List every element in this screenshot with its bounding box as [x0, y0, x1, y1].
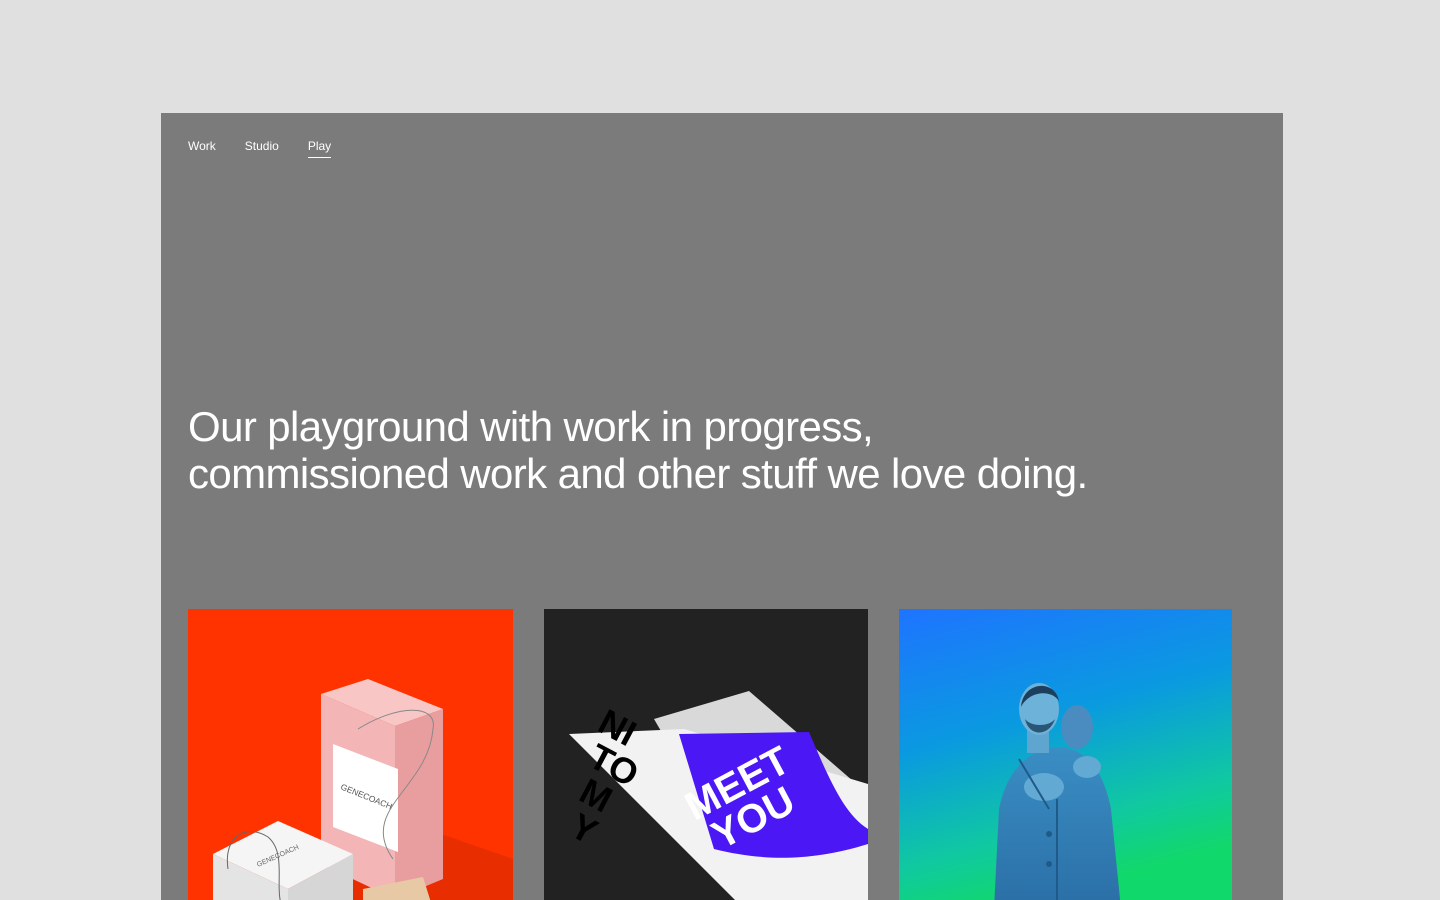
nice-to-meet-you-poster-image: NI TO M Y MEET YOU — [544, 609, 868, 900]
project-card-portrait[interactable] — [899, 609, 1232, 900]
couple-portrait-image — [899, 609, 1232, 900]
nav-item-work[interactable]: Work — [188, 137, 216, 158]
main-nav: Work Studio Play — [188, 137, 360, 158]
play-page: Work Studio Play Our playground with wor… — [161, 113, 1283, 900]
hero-line-2: commissioned work and other stuff we lov… — [188, 450, 1088, 497]
hero-line-1: Our playground with work in progress, — [188, 403, 874, 450]
hero-headline: Our playground with work in progress, co… — [188, 403, 1248, 497]
nav-item-play[interactable]: Play — [307, 137, 332, 158]
nav-item-studio[interactable]: Studio — [245, 137, 279, 158]
project-card-poster[interactable]: NI TO M Y MEET YOU — [544, 609, 868, 900]
gene-coach-packaging-image: GENECOACH GENECOACH — [188, 609, 513, 900]
project-card-packaging[interactable]: GENECOACH GENECOACH — [188, 609, 513, 900]
